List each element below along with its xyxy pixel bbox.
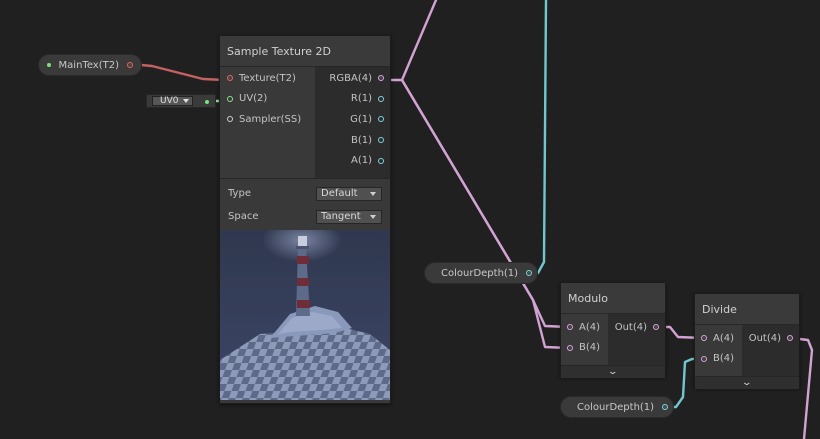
output-g[interactable]: G(1) — [315, 109, 384, 130]
node-title: Divide — [695, 294, 799, 325]
colourdepth-output-port[interactable] — [526, 270, 533, 276]
uv-input-port[interactable] — [227, 95, 233, 102]
wire-maintex-to-texture[interactable] — [139, 63, 227, 82]
texture-input-port[interactable] — [227, 75, 233, 82]
lighthouse-preview-image — [220, 230, 390, 400]
property-dot — [47, 63, 51, 67]
dropdown-arrow-icon — [370, 191, 376, 196]
rgba-output-port[interactable] — [378, 75, 384, 82]
colourdepth-property-bottom[interactable]: ColourDepth(1) — [560, 396, 674, 418]
chevron-down-icon: ⌄ — [741, 377, 753, 388]
type-setting: Type Default — [220, 182, 390, 205]
colourdepth-output-port[interactable] — [662, 404, 669, 410]
g-output-port[interactable] — [378, 116, 384, 123]
input-a[interactable]: A(4) — [701, 328, 742, 349]
node-title: Modulo — [561, 283, 665, 314]
output-out[interactable]: Out(4) — [608, 317, 659, 338]
b-output-port[interactable] — [378, 137, 384, 144]
output-r[interactable]: R(1) — [315, 89, 384, 110]
output-b[interactable]: B(1) — [315, 130, 384, 151]
modulo-node[interactable]: Modulo A(4) B(4) Out(4) ⌄ — [560, 282, 666, 378]
colourdepth-property-top[interactable]: ColourDepth(1) — [424, 262, 538, 284]
node-settings: Type Default Space Tangent — [220, 178, 390, 230]
input-uv[interactable]: UV(2) — [227, 89, 315, 110]
uv-inline-input: UV0 — [146, 94, 216, 108]
input-a[interactable]: A(4) — [567, 317, 608, 338]
expand-toggle[interactable]: ⌄ — [561, 365, 665, 378]
sample-texture-2d-node[interactable]: Sample Texture 2D Texture(T2) UV(2) Samp… — [219, 35, 391, 404]
a-input-port[interactable] — [701, 335, 707, 342]
input-sampler[interactable]: Sampler(SS) — [227, 109, 315, 130]
maintex-output-port[interactable] — [127, 62, 133, 68]
expand-toggle[interactable]: ⌄ — [695, 376, 799, 389]
wire-rgba-up[interactable] — [384, 0, 438, 82]
divide-node[interactable]: Divide A(4) B(4) Out(4) ⌄ — [694, 293, 800, 389]
sampler-input-port[interactable] — [227, 116, 233, 123]
dropdown-arrow-icon — [183, 99, 189, 103]
out-output-port[interactable] — [653, 324, 659, 331]
input-b[interactable]: B(4) — [567, 338, 608, 359]
r-output-port[interactable] — [378, 95, 384, 102]
colourdepth-label: ColourDepth(1) — [441, 267, 519, 279]
dropdown-arrow-icon — [370, 214, 376, 219]
node-title: Sample Texture 2D — [220, 36, 390, 67]
output-rgba[interactable]: RGBA(4) — [315, 68, 384, 89]
space-dropdown[interactable]: Tangent — [316, 209, 382, 224]
uv-inline-dot — [205, 100, 209, 104]
b-input-port[interactable] — [567, 344, 573, 351]
maintex-property[interactable]: MainTex(T2) — [38, 54, 142, 76]
type-dropdown[interactable]: Default — [316, 186, 382, 201]
input-b[interactable]: B(4) — [701, 349, 742, 370]
output-out[interactable]: Out(4) — [742, 328, 793, 349]
a-input-port[interactable] — [567, 324, 573, 331]
b-input-port[interactable] — [701, 355, 707, 362]
out-output-port[interactable] — [787, 335, 793, 342]
a-output-port[interactable] — [378, 157, 384, 164]
uv-channel-value: UV0 — [160, 96, 179, 106]
uv-channel-dropdown[interactable]: UV0 — [152, 96, 193, 106]
colourdepth-label: ColourDepth(1) — [577, 401, 655, 413]
input-texture[interactable]: Texture(T2) — [227, 68, 315, 89]
maintex-label: MainTex(T2) — [58, 59, 119, 71]
wire-colourdepth-top[interactable] — [520, 0, 548, 275]
output-a[interactable]: A(1) — [315, 150, 384, 171]
space-setting: Space Tangent — [220, 205, 390, 228]
chevron-down-icon: ⌄ — [607, 366, 619, 377]
